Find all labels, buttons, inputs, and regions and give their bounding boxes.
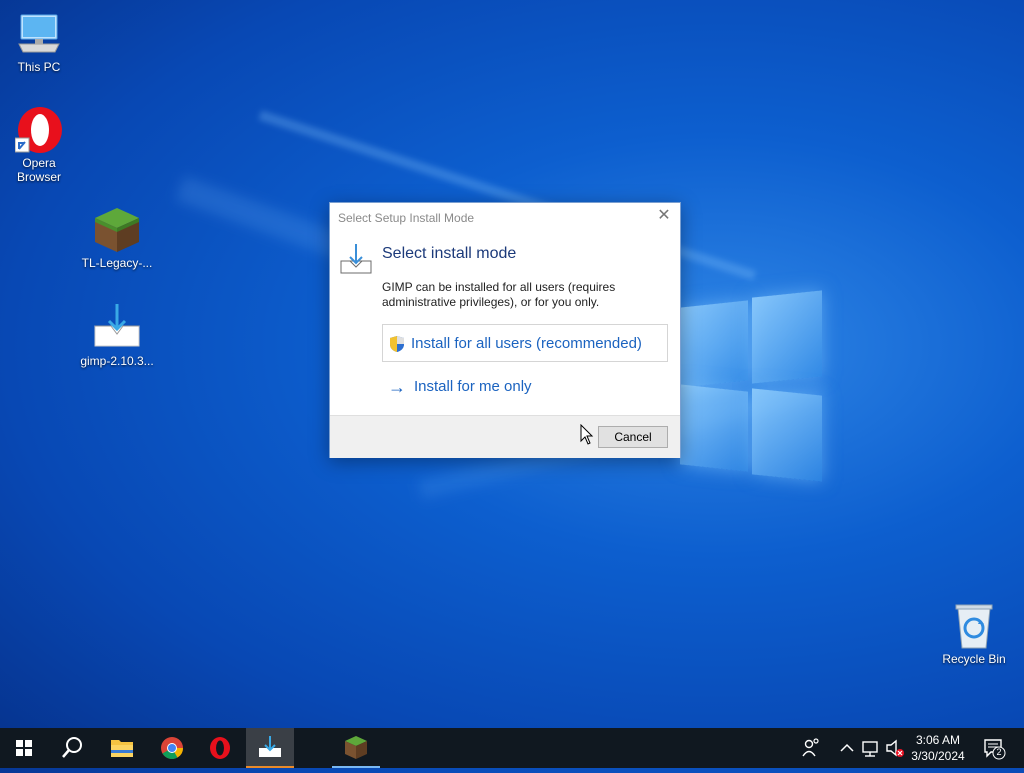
show-hidden-icons-button[interactable] xyxy=(838,728,856,768)
taskbar-gimp-setup[interactable] xyxy=(246,728,294,768)
dialog-description: GIMP can be installed for all users (req… xyxy=(382,280,616,309)
dialog-footer: Cancel xyxy=(330,415,680,458)
install-icon xyxy=(340,243,372,275)
windows-logo-wallpaper xyxy=(680,290,822,482)
opera-icon xyxy=(14,106,63,154)
search-icon xyxy=(62,737,82,758)
desktop-icon-this-pc[interactable]: This PC xyxy=(1,10,77,74)
minecraft-grass-block-icon xyxy=(93,206,141,254)
recycle-bin-icon xyxy=(950,602,998,650)
volume-muted-icon xyxy=(886,739,904,757)
start-button[interactable] xyxy=(0,728,48,768)
windows-start-icon xyxy=(16,740,32,756)
dialog-heading: Select install mode xyxy=(382,245,517,262)
uac-shield-icon xyxy=(389,335,405,353)
this-pc-icon xyxy=(15,10,63,58)
installer-download-icon xyxy=(259,736,281,757)
folder-icon xyxy=(111,740,133,757)
desktop-icon-opera[interactable]: Opera Browser xyxy=(1,106,77,184)
option-label: Install for me only xyxy=(414,378,532,395)
install-for-me-only-button[interactable]: → Install for me only xyxy=(382,375,668,401)
desktop-icon-label: Opera xyxy=(22,156,56,170)
chevron-up-icon xyxy=(840,743,854,752)
clock-date: 3/30/2024 xyxy=(911,749,965,763)
taskbar-opera[interactable] xyxy=(196,728,244,768)
people-button[interactable] xyxy=(800,728,822,768)
desktop-icon-label: gimp-2.10.3... xyxy=(80,354,154,368)
taskbar-search-button[interactable] xyxy=(48,728,96,768)
taskbar: 3:06 AM 3/30/2024 2 xyxy=(0,728,1024,768)
taskbar-minecraft[interactable] xyxy=(332,728,380,768)
desktop-icon-tl-legacy[interactable]: TL-Legacy-... xyxy=(79,206,155,270)
option-label: Install for all users (recommended) xyxy=(411,335,642,352)
taskbar-clock[interactable]: 3:06 AM 3/30/2024 xyxy=(906,732,970,764)
arrow-right-icon: → xyxy=(388,377,406,397)
desktop-icon-label: Browser xyxy=(16,170,61,184)
close-button[interactable]: ✕ xyxy=(654,206,674,226)
people-icon xyxy=(802,738,819,757)
chrome-icon xyxy=(161,737,183,759)
mouse-cursor-icon xyxy=(580,423,594,446)
taskbar-file-explorer[interactable] xyxy=(98,728,146,768)
cancel-button[interactable]: Cancel xyxy=(598,426,668,448)
opera-icon xyxy=(210,737,230,759)
desktop-icon-gimp-installer[interactable]: gimp-2.10.3... xyxy=(79,304,155,368)
notification-count-badge: 2 xyxy=(996,747,1002,757)
clock-time: 3:06 AM xyxy=(915,733,961,747)
desktop-icon-recycle-bin[interactable]: Recycle Bin xyxy=(936,602,1012,666)
installer-download-icon xyxy=(93,304,141,352)
minecraft-grass-block-icon xyxy=(345,736,367,759)
setup-install-mode-dialog: Select Setup Install Mode ✕ Select insta… xyxy=(329,202,681,458)
desktop-icon-label: Recycle Bin xyxy=(942,652,1006,666)
volume-button[interactable] xyxy=(884,728,906,768)
desktop-icon-label: This PC xyxy=(17,60,61,74)
network-icon xyxy=(862,741,878,757)
network-button[interactable] xyxy=(860,728,882,768)
taskbar-chrome[interactable] xyxy=(148,728,196,768)
close-icon: ✕ xyxy=(657,207,671,224)
dialog-title: Select Setup Install Mode xyxy=(338,211,475,225)
desktop-icon-label: TL-Legacy-... xyxy=(81,256,153,270)
action-center-button[interactable]: 2 xyxy=(982,736,1006,760)
install-for-all-users-button[interactable]: Install for all users (recommended) xyxy=(382,324,668,362)
